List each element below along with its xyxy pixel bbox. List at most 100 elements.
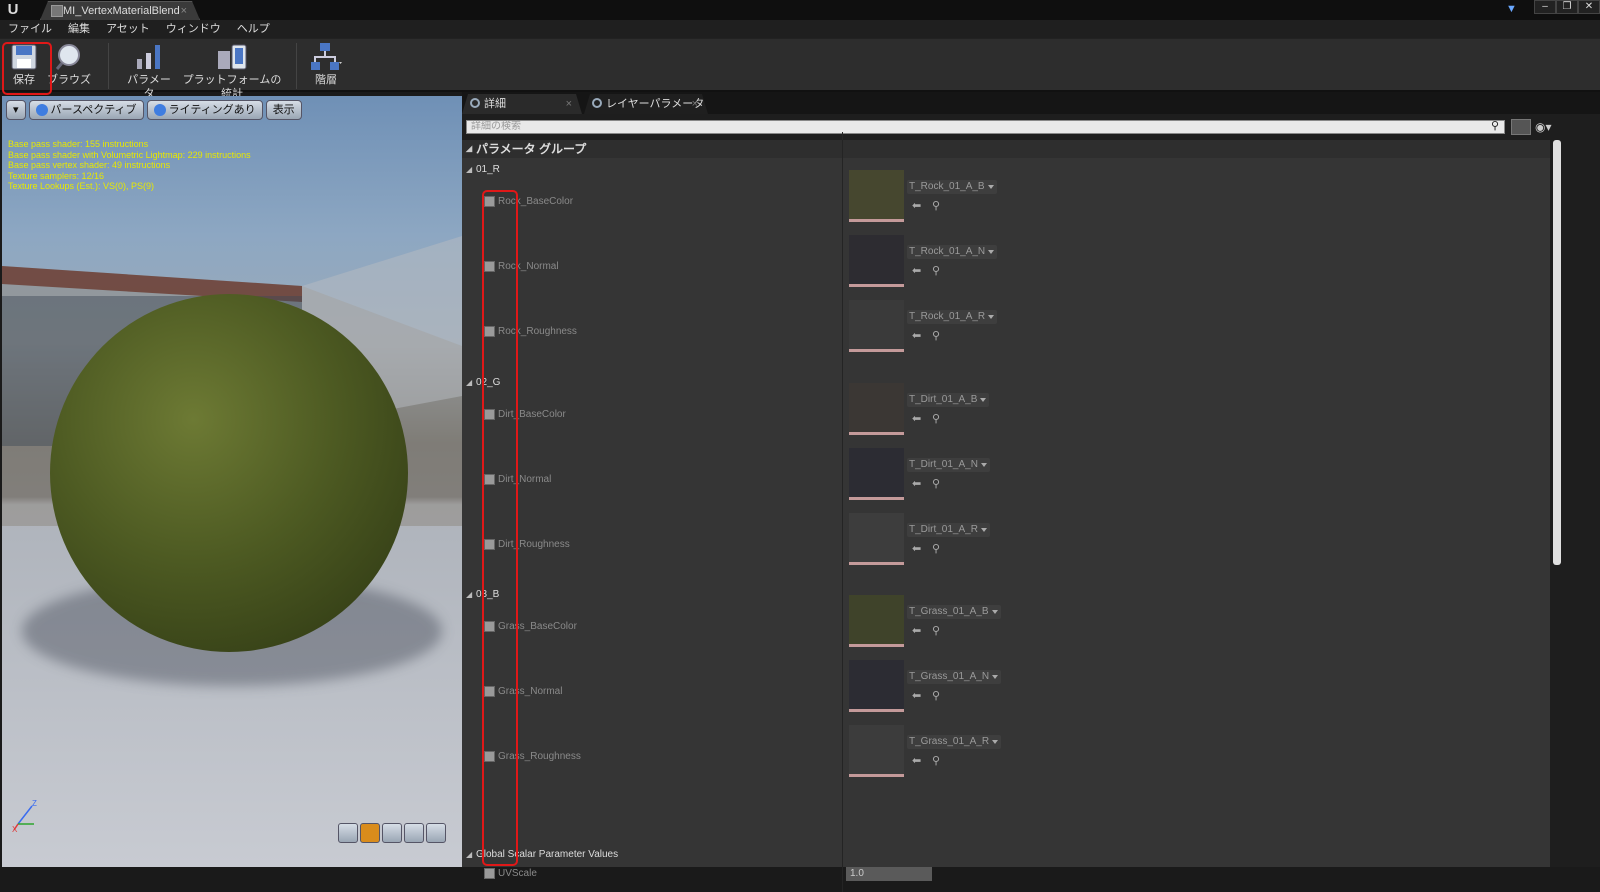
menu-window[interactable]: ウィンドウ	[158, 20, 229, 38]
cube-mesh-button[interactable]	[404, 823, 424, 843]
perspective-icon	[35, 104, 48, 116]
texture-thumbnail[interactable]	[849, 383, 904, 435]
document-tab[interactable]: MI_VertexMaterialBlend ×	[40, 1, 200, 20]
use-selected-arrow-icon[interactable]: ⬅	[912, 624, 921, 637]
show-button[interactable]: 表示	[265, 100, 302, 120]
platform-stats-button[interactable]: プラットフォームの統計	[182, 41, 282, 100]
parameters-button[interactable]: パラメータ	[124, 41, 174, 100]
param-group-header[interactable]: ◢ 01_R	[466, 161, 850, 179]
texture-asset-dropdown[interactable]: T_Rock_01_A_R	[907, 310, 998, 324]
param-group-header[interactable]: ◢ 02_G	[466, 374, 850, 392]
texture-thumbnail[interactable]	[849, 513, 904, 565]
menu-asset[interactable]: アセット	[98, 20, 158, 38]
search-icon[interactable]: ⚲	[1487, 120, 1503, 134]
hierarchy-icon	[311, 43, 342, 70]
tab-layer-parameters[interactable]: レイヤーパラメータ ×	[584, 94, 708, 114]
texture-asset-dropdown[interactable]: T_Dirt_01_A_N	[907, 458, 990, 472]
param-group-label: 01_R	[476, 164, 500, 175]
close-tab-icon[interactable]: ×	[692, 94, 698, 114]
view-options-icon[interactable]	[1511, 119, 1531, 135]
show-label: 表示	[272, 104, 295, 116]
maximize-button[interactable]: ❐	[1556, 0, 1578, 14]
column-splitter[interactable]	[842, 132, 843, 892]
browse-asset-icon[interactable]: ⚲	[932, 542, 940, 555]
browse-button[interactable]: ブラウズ	[46, 41, 92, 91]
uv-scale-value-field[interactable]: 1.0	[846, 867, 932, 881]
menu-bar: ファイル 編集 アセット ウィンドウ ヘルプ	[0, 20, 1600, 38]
notification-icon[interactable]: ▼	[1506, 3, 1520, 15]
texture-thumbnail[interactable]	[849, 170, 904, 222]
stat-line: Texture Lookups (Est.): VS(0), PS(9)	[8, 181, 155, 191]
lighting-label: ライティングあり	[168, 104, 256, 116]
custom-mesh-button[interactable]	[426, 823, 446, 843]
use-selected-arrow-icon[interactable]: ⬅	[912, 329, 921, 342]
texture-thumbnail[interactable]	[849, 725, 904, 777]
hierarchy-button[interactable]: 階層	[306, 41, 346, 91]
browse-asset-icon[interactable]: ⚲	[932, 624, 940, 637]
highlight-save-box	[2, 42, 52, 95]
expand-triangle-icon: ◢	[466, 144, 473, 153]
stat-line: Base pass shader: 155 instructions	[8, 139, 149, 149]
use-selected-arrow-icon[interactable]: ⬅	[912, 199, 921, 212]
stat-line: Base pass shader with Volumetric Lightma…	[8, 149, 251, 160]
details-search-input[interactable]: 詳細の検索	[466, 120, 1505, 134]
texture-asset-dropdown[interactable]: T_Rock_01_A_B	[907, 180, 997, 194]
sphere-mesh-button[interactable]	[360, 823, 380, 843]
vertical-scrollbar[interactable]	[1553, 140, 1561, 565]
close-tab-icon[interactable]: ×	[181, 2, 187, 20]
tab-layer-parameters-label: レイヤーパラメータ	[606, 98, 705, 110]
viewport-controls: ▾ パースペクティブ ライティングあり 表示	[6, 100, 302, 120]
browse-asset-icon[interactable]: ⚲	[932, 199, 940, 212]
plane-mesh-button[interactable]	[382, 823, 402, 843]
parameters-icon	[137, 45, 160, 69]
use-selected-arrow-icon[interactable]: ⬅	[912, 264, 921, 277]
browse-asset-icon[interactable]: ⚲	[932, 264, 940, 277]
close-button[interactable]: ✕	[1578, 0, 1600, 14]
lighting-mode-button[interactable]: ライティングあり	[146, 100, 263, 120]
menu-edit[interactable]: 編集	[60, 20, 98, 38]
browse-asset-icon[interactable]: ⚲	[932, 329, 940, 342]
use-selected-arrow-icon[interactable]: ⬅	[912, 412, 921, 425]
browse-asset-icon[interactable]: ⚲	[932, 477, 940, 490]
browse-asset-icon[interactable]: ⚲	[932, 754, 940, 767]
texture-thumbnail[interactable]	[849, 660, 904, 712]
texture-thumbnail[interactable]	[849, 235, 904, 287]
browse-asset-icon[interactable]: ⚲	[932, 412, 940, 425]
texture-asset-dropdown[interactable]: T_Dirt_01_A_B	[907, 393, 990, 407]
parameter-panel: ◢ パラメータ グループ ◢ 01_R Rock_BaseColor T_Rock_01…	[462, 140, 1550, 881]
category-header[interactable]: ◢ パラメータ グループ	[462, 140, 1550, 158]
menu-file[interactable]: ファイル	[0, 20, 60, 38]
use-selected-arrow-icon[interactable]: ⬅	[912, 477, 921, 490]
cylinder-mesh-button[interactable]	[338, 823, 358, 843]
eye-icon[interactable]: ◉▾	[1535, 120, 1561, 134]
browse-asset-icon[interactable]: ⚲	[932, 689, 940, 702]
viewport-options-button[interactable]: ▾	[6, 100, 26, 120]
unreal-logo-icon: U	[7, 1, 19, 18]
title-bar: U MI_VertexMaterialBlend × ▼ – ❐ ✕	[0, 0, 1600, 20]
texture-thumbnail[interactable]	[849, 595, 904, 647]
use-selected-arrow-icon[interactable]: ⬅	[912, 754, 921, 767]
minimize-button[interactable]: –	[1534, 0, 1556, 14]
texture-asset-dropdown[interactable]: T_Grass_01_A_N	[907, 670, 1002, 684]
param-override-checkbox[interactable]	[484, 868, 495, 879]
texture-asset-dropdown[interactable]: T_Grass_01_A_R	[907, 735, 1002, 749]
shader-stats: Base pass shader: 155 instructions Base …	[8, 139, 251, 192]
axis-gizmo-icon: Z X	[12, 799, 37, 832]
param-group-header[interactable]: ◢ Global Scalar Parameter Values	[466, 846, 850, 864]
use-selected-arrow-icon[interactable]: ⬅	[912, 542, 921, 555]
expand-triangle-icon: ◢	[466, 378, 473, 387]
perspective-button[interactable]: パースペクティブ	[28, 100, 144, 120]
texture-thumbnail[interactable]	[849, 448, 904, 500]
document-tab-label: MI_VertexMaterialBlend	[63, 5, 180, 17]
preview-viewport[interactable]: ▾ パースペクティブ ライティングあり 表示 Base pass shader:…	[2, 96, 462, 867]
use-selected-arrow-icon[interactable]: ⬅	[912, 689, 921, 702]
stat-line: Base pass vertex shader: 49 instructions	[8, 160, 171, 170]
texture-thumbnail[interactable]	[849, 300, 904, 352]
texture-asset-dropdown[interactable]: T_Rock_01_A_N	[907, 245, 998, 259]
texture-asset-dropdown[interactable]: T_Dirt_01_A_R	[907, 523, 990, 537]
param-group-header[interactable]: ◢ 03_B	[466, 586, 850, 604]
menu-help[interactable]: ヘルプ	[229, 20, 278, 38]
close-tab-icon[interactable]: ×	[566, 94, 572, 114]
tab-details[interactable]: 詳細 ×	[462, 94, 582, 114]
texture-asset-dropdown[interactable]: T_Grass_01_A_B	[907, 605, 1001, 619]
